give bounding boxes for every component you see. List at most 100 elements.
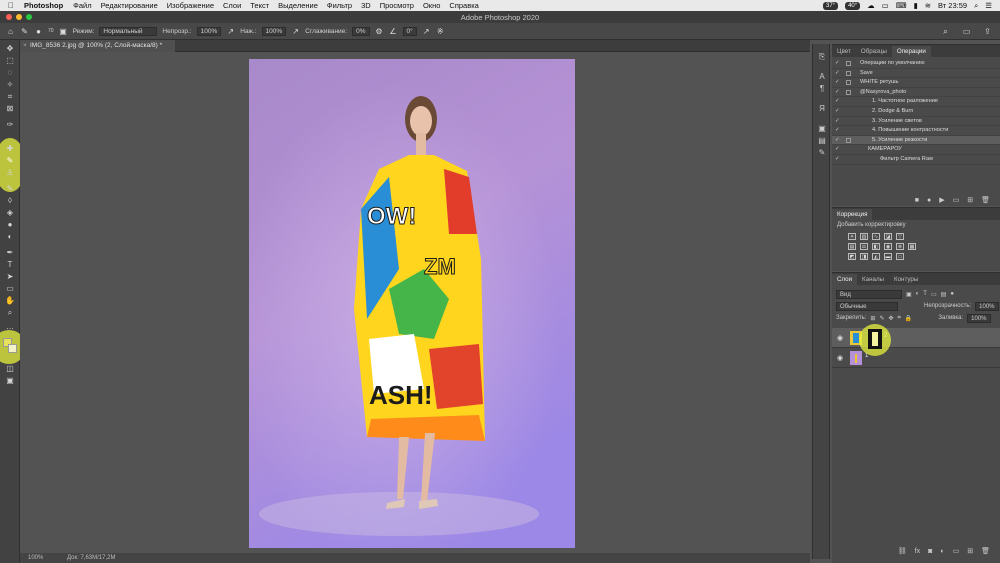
- delete-layer-icon[interactable]: 🗑: [981, 547, 990, 555]
- frame-tool-icon[interactable]: ⊠: [4, 104, 16, 114]
- record-icon[interactable]: ●: [927, 197, 931, 204]
- new-set-icon[interactable]: ▭: [953, 196, 960, 204]
- gradient-map-icon[interactable]: ▬: [884, 253, 892, 260]
- menu-view[interactable]: Просмотр: [380, 1, 414, 10]
- filter-shape-icon[interactable]: ▭: [931, 291, 937, 298]
- gear-icon[interactable]: ⚙: [375, 27, 384, 36]
- menu-window[interactable]: Окно: [423, 1, 440, 10]
- healing-brush-icon[interactable]: ✚: [4, 144, 16, 154]
- lock-paint-icon[interactable]: ✎: [879, 315, 884, 322]
- properties-icon[interactable]: ▤: [817, 136, 827, 146]
- action-item[interactable]: ✓ 3. Усиление светов: [832, 117, 1000, 127]
- action-item[interactable]: ✓ КАМЕРАРОУ: [832, 145, 1000, 155]
- keyboard-icon[interactable]: ⌨: [896, 1, 907, 10]
- close-tab-icon[interactable]: ×: [23, 40, 27, 52]
- threshold-icon[interactable]: ◭: [872, 253, 880, 260]
- clone-stamp-icon[interactable]: ♙: [4, 168, 16, 178]
- wifi-icon[interactable]: ≋: [925, 1, 931, 10]
- rectangle-tool-icon[interactable]: ▭: [4, 284, 16, 294]
- character-icon[interactable]: A: [817, 72, 827, 82]
- background-color-swatch[interactable]: [8, 344, 17, 353]
- filter-adjust-icon[interactable]: ◐: [916, 291, 920, 297]
- hand-tool-icon[interactable]: ✋: [4, 296, 16, 306]
- minimize-window-button[interactable]: [16, 14, 22, 20]
- hue-saturation-icon[interactable]: ▤: [848, 243, 856, 250]
- airbrush-icon[interactable]: ↗: [291, 27, 300, 36]
- visibility-eye-icon[interactable]: ◉: [837, 354, 843, 362]
- filter-smart-icon[interactable]: ▤: [941, 291, 947, 298]
- brightness-icon[interactable]: ☀: [848, 233, 856, 240]
- tab-layers[interactable]: Слои: [832, 274, 858, 285]
- curves-icon[interactable]: ∿: [872, 233, 880, 240]
- angle-icon[interactable]: ∠: [389, 27, 398, 36]
- stop-icon[interactable]: ■: [915, 197, 919, 204]
- action-item[interactable]: ✓ 1. Частотное разложение: [832, 97, 1000, 107]
- paragraph-icon[interactable]: ¶: [817, 84, 827, 94]
- brush-settings-icon[interactable]: ▣: [59, 27, 68, 36]
- new-layer-icon[interactable]: ⊞: [967, 547, 973, 555]
- zoom-tool-icon[interactable]: ⌕: [4, 308, 16, 318]
- search-icon[interactable]: ⌕: [941, 27, 950, 36]
- photo-filter-icon[interactable]: ◉: [884, 243, 892, 250]
- menu-select[interactable]: Выделение: [278, 1, 318, 10]
- brushes-icon[interactable]: ✎: [817, 148, 827, 158]
- pressure-opacity-icon[interactable]: ↗: [226, 27, 235, 36]
- layer-style-icon[interactable]: fx: [915, 548, 920, 555]
- quick-mask-icon[interactable]: ◫: [4, 364, 16, 374]
- spotlight-icon[interactable]: ⌕: [974, 1, 978, 11]
- tab-actions[interactable]: Операции: [891, 46, 931, 57]
- display-icon[interactable]: ▭: [882, 1, 889, 10]
- opacity-field[interactable]: 100%: [196, 26, 222, 36]
- workspace-icon[interactable]: ▭: [962, 27, 971, 36]
- menu-type[interactable]: Текст: [250, 1, 269, 10]
- link-layers-icon[interactable]: ⛓: [898, 547, 907, 555]
- menu-image[interactable]: Изображение: [167, 1, 214, 10]
- new-action-icon[interactable]: ⊞: [967, 196, 973, 204]
- layer-opacity-field[interactable]: 100%: [975, 301, 999, 311]
- action-item[interactable]: ✓ 2. Dodge & Burn: [832, 107, 1000, 117]
- document-tab[interactable]: × IMG_8536 2.jpg @ 100% (2, Слой-маска/8…: [20, 40, 175, 52]
- menu-3d[interactable]: 3D: [361, 1, 371, 10]
- path-select-icon[interactable]: ➤: [4, 272, 16, 282]
- dialog-toggle[interactable]: [846, 80, 851, 86]
- glyphs-icon[interactable]: Я: [817, 104, 827, 114]
- layer-filter-select[interactable]: Вид: [836, 289, 902, 299]
- eyedropper-tool-icon[interactable]: ✑: [4, 120, 16, 130]
- tab-paths[interactable]: Контуры: [889, 274, 923, 285]
- app-menu[interactable]: Photoshop: [24, 1, 63, 10]
- brush-tool-icon[interactable]: ✎: [20, 27, 29, 36]
- magic-wand-tool-icon[interactable]: ✧: [4, 80, 16, 90]
- vibrance-icon[interactable]: ▽: [896, 233, 904, 240]
- lasso-tool-icon[interactable]: ◌: [4, 68, 16, 78]
- action-item-selected[interactable]: ✓ 5. Усиление резкости: [832, 135, 1000, 146]
- dialog-toggle[interactable]: [846, 70, 851, 76]
- close-window-button[interactable]: [6, 14, 12, 20]
- lock-position-icon[interactable]: ✥: [888, 315, 893, 322]
- smoothing-field[interactable]: 0%: [352, 26, 370, 36]
- layer-row-2[interactable]: ◉ 2: [832, 328, 1000, 348]
- dialog-toggle[interactable]: [846, 89, 851, 95]
- posterize-icon[interactable]: ◨: [860, 253, 868, 260]
- blur-tool-icon[interactable]: ●: [4, 220, 16, 230]
- action-step[interactable]: ✓ Фильтр Camera Raw: [832, 155, 1000, 165]
- menu-filter[interactable]: Фильтр: [327, 1, 352, 10]
- action-set-save[interactable]: ✓ Save: [832, 69, 1000, 79]
- screen-mode-icon[interactable]: ▣: [4, 376, 16, 386]
- menu-edit[interactable]: Редактирование: [101, 1, 158, 10]
- pressure-size-icon[interactable]: ↗: [422, 27, 431, 36]
- layer-mask-thumbnail[interactable]: [868, 329, 882, 349]
- dialog-toggle[interactable]: [846, 61, 851, 66]
- exposure-icon[interactable]: ◪: [884, 233, 892, 240]
- move-tool-icon[interactable]: ✥: [4, 44, 16, 54]
- temp-badge-1[interactable]: 37°: [823, 1, 839, 10]
- action-set-white[interactable]: ✓ WHITE ретушь: [832, 78, 1000, 88]
- invert-icon[interactable]: ◩: [848, 253, 856, 260]
- menu-file[interactable]: Файл: [73, 1, 91, 10]
- trash-icon[interactable]: 🗑: [981, 196, 990, 204]
- clock-text[interactable]: Вт 23:59: [938, 1, 967, 10]
- home-icon[interactable]: ⌂: [6, 27, 15, 36]
- paint-bucket-icon[interactable]: ◈: [4, 208, 16, 218]
- pen-tool-icon[interactable]: ✒: [4, 248, 16, 258]
- brush-preset-icon[interactable]: ●: [34, 27, 43, 36]
- history-icon[interactable]: ⎘: [817, 52, 827, 62]
